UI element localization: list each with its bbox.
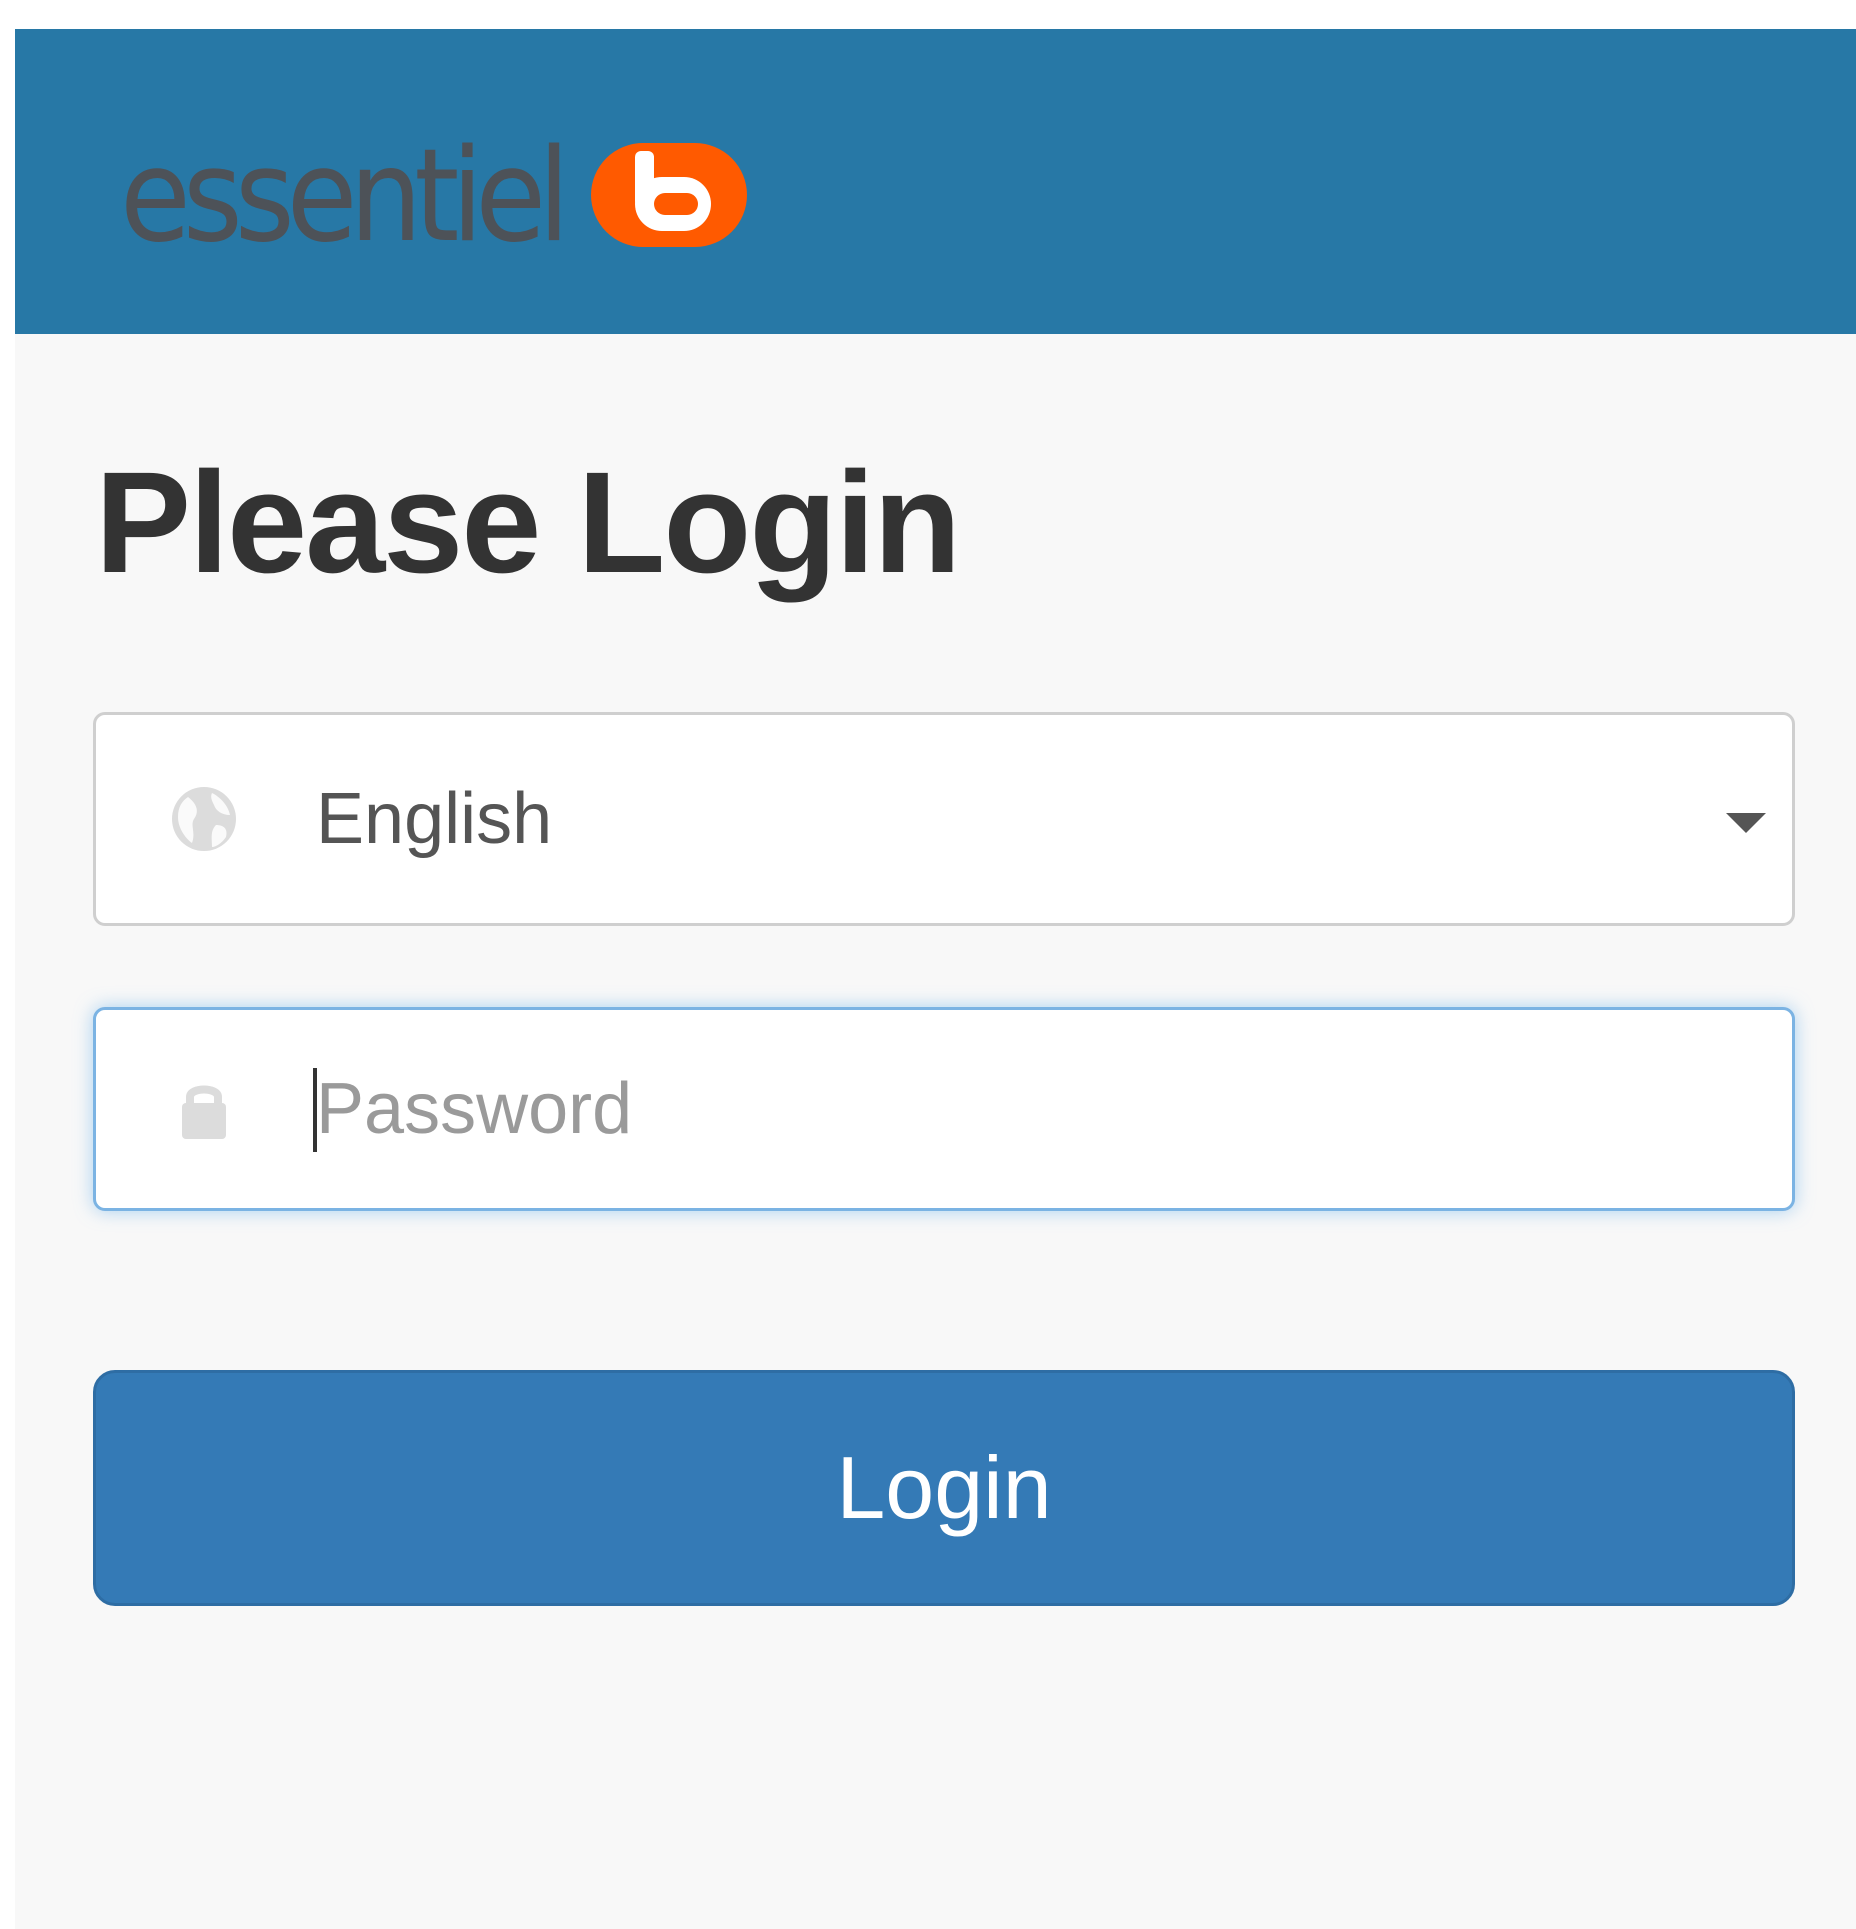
- language-selected-value: English: [316, 779, 553, 859]
- lock-icon: [182, 1085, 226, 1139]
- password-field[interactable]: [93, 1007, 1795, 1211]
- brand-badge-icon: [591, 143, 748, 247]
- globe-icon: [172, 787, 236, 851]
- language-select[interactable]: English: [93, 712, 1795, 926]
- brand-logo-text: essentiel: [120, 122, 570, 271]
- app-frame: essentiel Please Login English Login: [15, 29, 1856, 1929]
- caret-down-icon[interactable]: [1726, 813, 1766, 833]
- password-input[interactable]: [316, 1010, 1716, 1208]
- brand-logo: essentiel: [120, 122, 748, 271]
- page-title: Please Login: [95, 442, 961, 603]
- login-button[interactable]: Login: [93, 1370, 1795, 1606]
- header-bar: essentiel: [15, 29, 1856, 334]
- text-cursor: [313, 1068, 317, 1152]
